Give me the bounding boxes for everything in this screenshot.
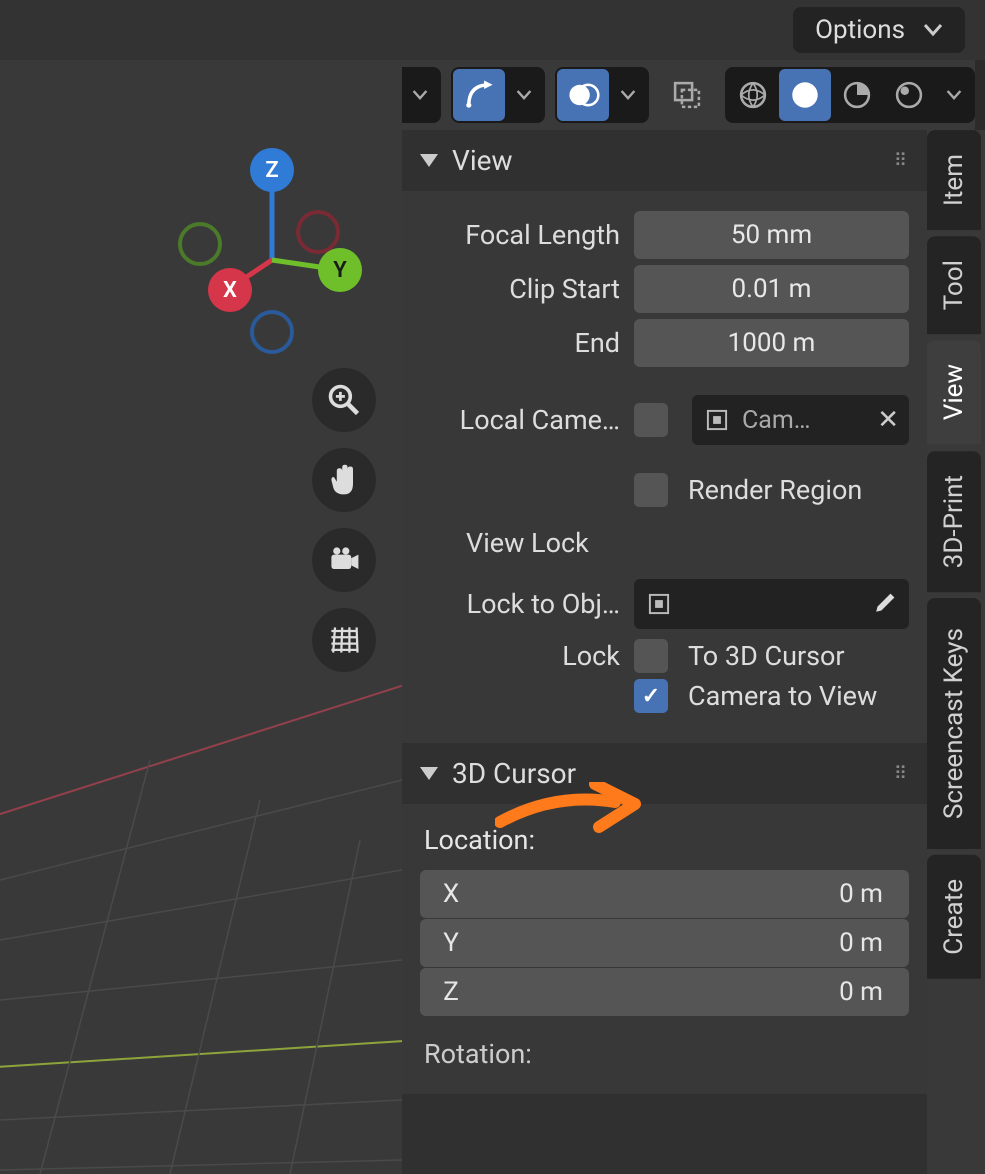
chevron-down-icon bbox=[516, 89, 532, 101]
overlay-toggle-button[interactable] bbox=[557, 69, 609, 121]
gizmo-axis-z[interactable]: Z bbox=[250, 148, 294, 192]
navigation-gizmo[interactable]: Z X Y bbox=[180, 140, 380, 360]
hand-icon bbox=[326, 462, 362, 498]
cursor-x-value[interactable]: 0 m bbox=[482, 870, 909, 918]
gizmo-axis-neg-y[interactable] bbox=[178, 222, 222, 266]
clip-start-label: Clip Start bbox=[420, 273, 620, 305]
chevron-down-icon bbox=[412, 89, 428, 101]
overlay-toggle-group bbox=[555, 67, 649, 123]
disclosure-triangle-icon bbox=[420, 154, 438, 167]
n-panel-tabs: Item Tool View 3D-Print Screencast Keys … bbox=[927, 130, 985, 1174]
pan-tool-button[interactable] bbox=[312, 448, 376, 512]
lock-to-object-label: Lock to Obj… bbox=[420, 588, 620, 620]
view-section-body: Focal Length 50 mm Clip Start 0.01 m End… bbox=[402, 191, 927, 743]
header-bar: Options bbox=[0, 0, 985, 60]
3d-cursor-section-title: 3D Cursor bbox=[452, 757, 576, 790]
n-panel: View ⠿ Focal Length 50 mm Clip Start 0.0… bbox=[402, 130, 927, 1174]
cursor-z-value[interactable]: 0 m bbox=[482, 968, 909, 1016]
options-dropdown[interactable]: Options bbox=[793, 7, 965, 53]
local-camera-field[interactable]: Cam… ✕ bbox=[692, 395, 909, 445]
gizmo-axis-neg-x[interactable] bbox=[296, 210, 340, 254]
gizmo-axis-x[interactable]: X bbox=[208, 268, 252, 312]
shading-material-button[interactable] bbox=[831, 69, 883, 121]
chevron-down-icon bbox=[620, 89, 636, 101]
grid-icon bbox=[326, 622, 362, 658]
camera-view-button[interactable] bbox=[312, 528, 376, 592]
clip-end-label: End bbox=[420, 327, 620, 359]
gizmo-dropdown[interactable] bbox=[505, 69, 543, 121]
shading-solid-button[interactable] bbox=[779, 69, 831, 121]
3d-cursor-section-body: Location: X 0 m Y 0 m Z 0 m Rotation: bbox=[402, 804, 927, 1094]
viewport-header-toolbar bbox=[347, 66, 975, 124]
3d-cursor-section-header[interactable]: 3D Cursor ⠿ bbox=[402, 743, 927, 804]
view-section-title: View bbox=[452, 144, 513, 177]
chevron-down-icon bbox=[946, 89, 962, 101]
view-section-header[interactable]: View ⠿ bbox=[402, 130, 927, 191]
shading-dropdown[interactable] bbox=[935, 69, 973, 121]
axis-y-label: Y bbox=[420, 919, 482, 967]
perspective-toggle-button[interactable] bbox=[312, 608, 376, 672]
local-camera-label: Local Came… bbox=[420, 404, 620, 436]
options-label: Options bbox=[815, 15, 905, 45]
xray-toggle-button[interactable] bbox=[661, 69, 713, 121]
cursor-location-y-row[interactable]: Y 0 m bbox=[420, 919, 909, 967]
tab-3d-print[interactable]: 3D-Print bbox=[927, 451, 981, 592]
lock-to-3d-cursor-checkbox[interactable] bbox=[634, 639, 668, 673]
camera-to-view-checkbox[interactable] bbox=[634, 679, 668, 713]
drag-handle-icon[interactable]: ⠿ bbox=[894, 763, 909, 784]
clear-icon[interactable]: ✕ bbox=[877, 405, 899, 435]
axis-z-label: Z bbox=[420, 968, 482, 1016]
object-icon bbox=[704, 407, 730, 433]
cursor-location-x-row[interactable]: X 0 m bbox=[420, 870, 909, 918]
chevron-down-icon bbox=[923, 23, 943, 37]
render-region-label: Render Region bbox=[688, 474, 862, 506]
camera-to-view-label: Camera to View bbox=[688, 680, 877, 712]
location-label: Location: bbox=[424, 824, 909, 856]
object-icon bbox=[646, 591, 672, 617]
tab-tool[interactable]: Tool bbox=[927, 236, 981, 334]
gizmo-axis-y[interactable]: Y bbox=[318, 248, 362, 292]
visibility-dropdown[interactable] bbox=[401, 69, 439, 121]
camera-icon bbox=[326, 542, 362, 578]
overlay-dropdown[interactable] bbox=[609, 69, 647, 121]
focal-length-label: Focal Length bbox=[420, 219, 620, 251]
zoom-tool-button[interactable] bbox=[312, 368, 376, 432]
tab-view[interactable]: View bbox=[927, 340, 981, 444]
tab-screencast-keys[interactable]: Screencast Keys bbox=[927, 598, 981, 849]
shading-rendered-button[interactable] bbox=[883, 69, 935, 121]
local-camera-value: Cam… bbox=[742, 406, 811, 435]
lock-to-object-field[interactable] bbox=[634, 579, 909, 629]
gizmo-axis-neg-z[interactable] bbox=[250, 310, 294, 354]
axis-x-label: X bbox=[420, 870, 482, 918]
gizmo-toggle-group bbox=[451, 67, 545, 123]
tab-create[interactable]: Create bbox=[927, 855, 981, 979]
focal-length-field[interactable]: 50 mm bbox=[634, 211, 909, 259]
eyedropper-icon[interactable] bbox=[871, 591, 897, 617]
gizmo-toggle-button[interactable] bbox=[453, 69, 505, 121]
clip-end-field[interactable]: 1000 m bbox=[634, 319, 909, 367]
view-lock-subheader[interactable]: View Lock bbox=[420, 513, 909, 573]
cursor-y-value[interactable]: 0 m bbox=[482, 919, 909, 967]
shading-wireframe-button[interactable] bbox=[727, 69, 779, 121]
clip-start-field[interactable]: 0.01 m bbox=[634, 265, 909, 313]
drag-handle-icon[interactable]: ⠿ bbox=[894, 150, 909, 171]
tab-item[interactable]: Item bbox=[927, 130, 981, 230]
rotation-label: Rotation: bbox=[424, 1038, 909, 1070]
local-camera-checkbox[interactable] bbox=[634, 403, 668, 437]
lock-label: Lock bbox=[420, 640, 620, 672]
disclosure-triangle-icon bbox=[420, 767, 438, 780]
shading-mode-group bbox=[725, 67, 975, 123]
lock-to-3d-cursor-label: To 3D Cursor bbox=[688, 640, 845, 672]
xray-group bbox=[659, 67, 715, 123]
magnifier-icon bbox=[326, 382, 362, 418]
render-region-checkbox[interactable] bbox=[634, 473, 668, 507]
cursor-location-z-row[interactable]: Z 0 m bbox=[420, 968, 909, 1016]
3d-viewport[interactable]: Z X Y bbox=[0, 60, 402, 1174]
